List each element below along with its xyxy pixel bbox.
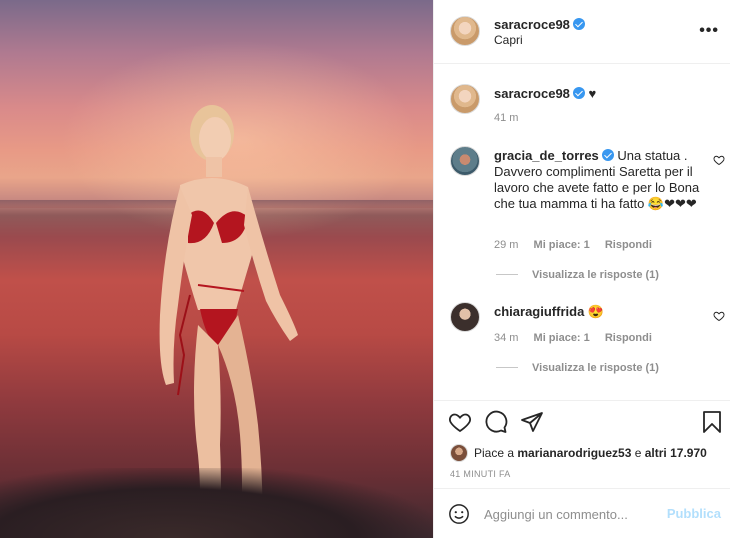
comment-text-block: chiaragiuffrida 😍 xyxy=(494,304,700,320)
verified-badge-icon xyxy=(601,149,614,161)
liker-avatar xyxy=(450,444,468,462)
post-location[interactable]: Capri xyxy=(494,33,523,47)
rock-foreground xyxy=(0,468,433,538)
heart-icon[interactable] xyxy=(448,410,472,434)
reply-button[interactable]: Rispondi xyxy=(605,332,652,344)
comment-username[interactable]: gracia_de_torres xyxy=(494,148,599,163)
comment-like-heart-icon[interactable] xyxy=(713,310,725,322)
comment-meta: 29 m Mi piace: 1 Rispondi xyxy=(494,239,664,251)
caption-username[interactable]: saracroce98 xyxy=(494,86,570,101)
caption-text: ♥ xyxy=(588,86,597,101)
post-actions: Piace a marianarodriguez53 e altri 17.97… xyxy=(434,400,730,488)
replies-divider xyxy=(496,367,518,368)
add-comment-bar: Pubblica xyxy=(434,488,730,538)
publish-button[interactable]: Pubblica xyxy=(667,506,721,521)
likes-others-count[interactable]: altri 17.970 xyxy=(645,446,707,460)
comment-likes-count[interactable]: Mi piace: 1 xyxy=(534,332,590,344)
verified-badge-icon xyxy=(572,18,585,30)
author-avatar[interactable] xyxy=(450,16,480,46)
comments-section[interactable]: saracroce98 ♥ 41 m gracia_de_torres Una … xyxy=(434,64,730,400)
post-photo[interactable] xyxy=(0,0,433,538)
liker-username[interactable]: marianarodriguez53 xyxy=(517,446,631,460)
comment-like-heart-icon[interactable] xyxy=(713,154,725,166)
smiley-icon[interactable] xyxy=(448,503,470,525)
likes-middle: e xyxy=(631,446,645,460)
paper-plane-icon[interactable] xyxy=(520,410,544,434)
author-username[interactable]: saracroce98 xyxy=(494,17,570,32)
verified-badge-icon xyxy=(572,87,585,99)
view-replies-button[interactable]: Visualizza le risposte (1) xyxy=(496,269,659,281)
comment-likes-count[interactable]: Mi piace: 1 xyxy=(534,239,590,251)
comment-icon[interactable] xyxy=(484,410,508,434)
author-name-row: saracroce98 xyxy=(494,16,585,32)
likes-summary[interactable]: Piace a marianarodriguez53 e altri 17.97… xyxy=(450,444,707,462)
post-header: saracroce98 Capri ••• xyxy=(434,0,730,64)
bookmark-icon[interactable] xyxy=(700,410,724,434)
view-replies-button[interactable]: Visualizza le risposte (1) xyxy=(496,362,659,374)
more-options-icon[interactable]: ••• xyxy=(699,22,719,40)
likes-prefix: Piace a xyxy=(474,446,518,460)
comment-text-block: gracia_de_torres Una statua . Davvero co… xyxy=(494,148,700,212)
reply-button[interactable]: Rispondi xyxy=(605,239,652,251)
comment-time: 34 m xyxy=(494,332,519,344)
replies-divider xyxy=(496,274,518,275)
view-replies-label: Visualizza le risposte (1) xyxy=(532,269,659,281)
comment-text: 😍 xyxy=(587,304,605,319)
comment-username[interactable]: chiaragiuffrida xyxy=(494,304,584,319)
caption: saracroce98 ♥ xyxy=(494,86,700,102)
comment-time: 29 m xyxy=(494,239,519,251)
caption-time: 41 m xyxy=(494,112,519,124)
comment-input[interactable] xyxy=(484,504,664,524)
caption-avatar[interactable] xyxy=(450,84,480,114)
view-replies-label: Visualizza le risposte (1) xyxy=(532,362,659,374)
comment-meta: 34 m Mi piace: 1 Rispondi xyxy=(494,332,664,344)
comment-avatar[interactable] xyxy=(450,146,480,176)
post-side-panel: saracroce98 Capri ••• saracroce98 ♥ 41 m… xyxy=(433,0,730,538)
post-timestamp: 41 MINUTI FA xyxy=(450,469,511,479)
comment-avatar[interactable] xyxy=(450,302,480,332)
